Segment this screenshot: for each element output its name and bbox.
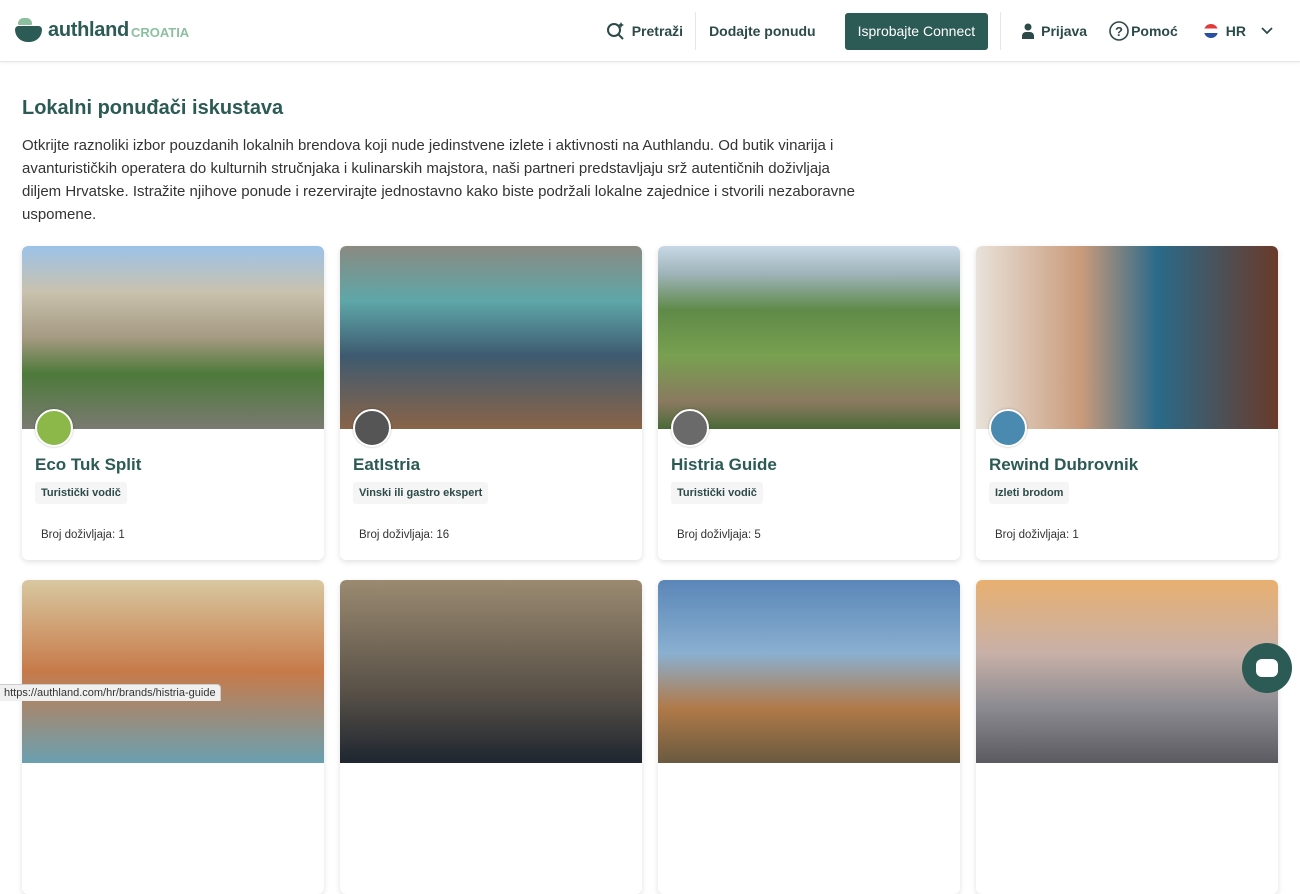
language-selector[interactable]: HR: [1204, 23, 1274, 39]
search-label: Pretraži: [632, 23, 683, 39]
add-offer-link[interactable]: Dodajte ponudu: [709, 23, 816, 39]
brand-image: [658, 580, 960, 763]
brand-card[interactable]: EatIstria Vinski ili gastro ekspert Broj…: [340, 246, 642, 560]
page-intro: Otkrijte raznoliki izbor pouzdanih lokal…: [22, 134, 862, 226]
brand-avatar: [671, 409, 709, 447]
brand-name: Eco Tuk Split: [35, 455, 141, 475]
chat-button[interactable]: [1242, 643, 1292, 693]
login-label: Prijava: [1041, 23, 1087, 39]
help-icon: ?: [1109, 21, 1129, 41]
brand-card[interactable]: [658, 580, 960, 894]
brand-card[interactable]: [976, 580, 1278, 894]
main-nav: Pretraži Dodajte ponudu Isprobajte Conne…: [606, 0, 1300, 62]
divider: [695, 12, 696, 50]
logo-subtext: CROATIA: [131, 25, 189, 40]
brand-category-tag: Turistički vodič: [671, 482, 763, 504]
brand-image: [22, 580, 324, 763]
brand-image: [340, 246, 642, 429]
page-title: Lokalni ponuđači iskustava: [22, 97, 283, 120]
brand-category-tag: Turistički vodič: [35, 482, 127, 504]
brand-card[interactable]: [340, 580, 642, 894]
experience-count: Broj doživljaja: 1: [995, 529, 1079, 541]
header: authland CROATIA Pretraži Dodajte ponudu…: [0, 0, 1300, 62]
logo-text: authland: [48, 19, 129, 42]
brand-category-tag: Izleti brodom: [989, 482, 1069, 504]
brand-image: [976, 246, 1278, 429]
brand-grid: Eco Tuk Split Turistički vodič Broj doži…: [22, 246, 1278, 894]
try-connect-button[interactable]: Isprobajte Connect: [845, 13, 989, 50]
search-button[interactable]: Pretraži: [606, 21, 683, 41]
brand-image: [658, 246, 960, 429]
brand-name: EatIstria: [353, 455, 420, 475]
brand-name: Rewind Dubrovnik: [989, 455, 1138, 475]
user-icon: [1021, 23, 1035, 39]
brand-name: Histria Guide: [671, 455, 777, 475]
login-button[interactable]: Prijava: [1021, 23, 1087, 39]
croatia-flag-icon: [1204, 24, 1218, 38]
brand-card[interactable]: Rewind Dubrovnik Izleti brodom Broj doži…: [976, 246, 1278, 560]
logo-icon: [15, 18, 42, 42]
chat-icon: [1256, 659, 1278, 677]
add-offer-label: Dodajte ponudu: [709, 23, 816, 39]
brand-image: [976, 580, 1278, 763]
brand-avatar: [989, 409, 1027, 447]
experience-count: Broj doživljaja: 16: [359, 529, 449, 541]
brand-card[interactable]: [22, 580, 324, 894]
brand-image: [340, 580, 642, 763]
brand-image: [22, 246, 324, 429]
connect-label: Isprobajte Connect: [858, 23, 976, 39]
logo[interactable]: authland CROATIA: [15, 18, 189, 42]
brand-category-tag: Vinski ili gastro ekspert: [353, 482, 488, 504]
help-button[interactable]: ? Pomoć: [1109, 21, 1178, 41]
search-icon: [606, 21, 626, 41]
brand-avatar: [353, 409, 391, 447]
status-bar-url: https://authland.com/hr/brands/histria-g…: [0, 684, 221, 701]
svg-text:?: ?: [1115, 24, 1123, 39]
language-label: HR: [1226, 23, 1246, 39]
brand-card[interactable]: Eco Tuk Split Turistički vodič Broj doži…: [22, 246, 324, 560]
chevron-down-icon: [1260, 26, 1274, 36]
divider: [1000, 12, 1001, 50]
brand-card[interactable]: Histria Guide Turistički vodič Broj doži…: [658, 246, 960, 560]
experience-count: Broj doživljaja: 5: [677, 529, 761, 541]
experience-count: Broj doživljaja: 1: [41, 529, 125, 541]
help-label: Pomoć: [1131, 23, 1178, 39]
brand-avatar: [35, 409, 73, 447]
